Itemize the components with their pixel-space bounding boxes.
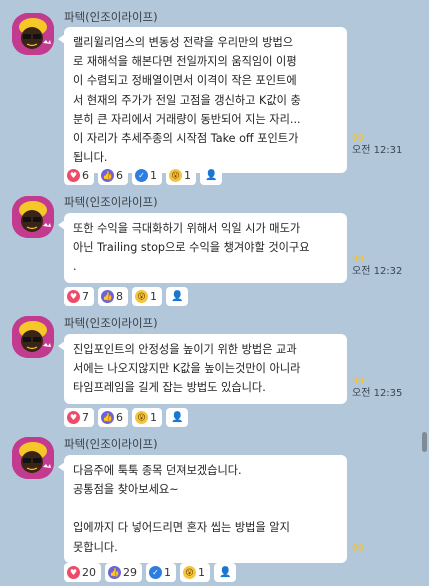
surprised-face-icon: 😮 bbox=[169, 169, 182, 182]
heart-icon: ♥ bbox=[67, 169, 80, 182]
heart-icon: ♥ bbox=[67, 411, 80, 424]
reaction-count: 7 bbox=[82, 411, 89, 424]
message-meta: 99 bbox=[352, 543, 364, 555]
reaction-chip[interactable]: 😮 1 bbox=[132, 408, 162, 427]
timestamp: 오전 12:35 bbox=[352, 388, 403, 399]
avatar[interactable] bbox=[12, 196, 54, 238]
thumbs-up-icon: 👍 bbox=[108, 566, 121, 579]
reaction-chip[interactable]: 👍 8 bbox=[98, 287, 128, 306]
message-line: 됩니다. bbox=[73, 151, 108, 165]
avatar[interactable] bbox=[12, 13, 54, 55]
reaction-chip[interactable]: 😮 1 bbox=[132, 287, 162, 306]
reaction-count: 1 bbox=[164, 566, 171, 579]
reaction-count: 1 bbox=[198, 566, 205, 579]
reaction-count: 6 bbox=[82, 169, 89, 182]
reaction-chip[interactable]: ✓ 1 bbox=[132, 166, 162, 185]
reaction-bar: ♥ 7 👍 8 😮 1 👤 bbox=[64, 287, 189, 306]
reaction-count: 1 bbox=[150, 290, 157, 303]
sender-name[interactable]: 파텍(인조이라이프) bbox=[64, 194, 158, 210]
reaction-count: 29 bbox=[123, 566, 137, 579]
heart-icon: ♥ bbox=[67, 290, 80, 303]
user-icon: 👤 bbox=[171, 291, 184, 302]
message-meta: 99 오전 12:35 bbox=[352, 376, 402, 400]
message-line: 아닌 Trailing stop으로 수익을 챙겨야할 것이구요 bbox=[73, 241, 310, 255]
reaction-chip[interactable]: 👍 29 bbox=[105, 563, 142, 582]
message-line: 서 현재의 주가가 전일 고점을 갱신하고 K값이 충 bbox=[73, 93, 301, 107]
surprised-face-icon: 😮 bbox=[135, 290, 148, 303]
message-line: 서에는 나오지않지만 K값을 높이는것만이 아니라 bbox=[73, 362, 301, 376]
reaction-count: 8 bbox=[116, 290, 123, 303]
check-icon: ✓ bbox=[135, 169, 148, 182]
message-meta: 99 오전 12:32 bbox=[352, 254, 402, 278]
reaction-chip[interactable]: 👍 6 bbox=[98, 408, 128, 427]
reaction-chip[interactable]: ✓ 1 bbox=[146, 563, 176, 582]
reaction-chip[interactable]: 😮 1 bbox=[180, 563, 210, 582]
unread-count: 99 bbox=[352, 543, 365, 554]
reaction-count: 1 bbox=[150, 411, 157, 424]
reaction-chip[interactable]: 😮 1 bbox=[166, 166, 196, 185]
reaction-count: 1 bbox=[184, 169, 191, 182]
reaction-bar: ♥ 20 👍 29 ✓ 1 😮 1 👤 bbox=[64, 563, 237, 582]
message-bubble[interactable]: 랠리윌리엄스의 변동성 전략을 우리만의 방법으 로 재해석을 해본다면 전일까… bbox=[58, 27, 347, 174]
reaction-chip[interactable]: ♥ 7 bbox=[64, 287, 94, 306]
message-line: 로 재해석을 해본다면 전일까지의 움직임이 이평 bbox=[73, 55, 297, 69]
reaction-count: 6 bbox=[116, 169, 123, 182]
message-line: 또한 수익을 극대화하기 위해서 익일 시가 매도가 bbox=[73, 222, 301, 235]
reaction-users-button[interactable]: 👤 bbox=[166, 408, 189, 427]
sender-name[interactable]: 파텍(인조이라이프) bbox=[64, 9, 158, 25]
user-icon: 👤 bbox=[219, 567, 232, 578]
message-line bbox=[73, 499, 338, 518]
reaction-users-button[interactable]: 👤 bbox=[200, 166, 223, 185]
reaction-users-button[interactable]: 👤 bbox=[214, 563, 237, 582]
heart-icon: ♥ bbox=[67, 566, 80, 579]
message-line: 공통점을 찾아보세요~ bbox=[73, 483, 179, 497]
reaction-users-button[interactable]: 👤 bbox=[166, 287, 189, 306]
message-line: 진입포인트의 안정성을 높이기 위한 방법은 교과 bbox=[73, 343, 297, 356]
message-line: 타임프레임을 길게 잡는 방법도 있습니다. bbox=[73, 381, 266, 395]
reaction-chip[interactable]: ♥ 6 bbox=[64, 166, 94, 185]
surprised-face-icon: 😮 bbox=[183, 566, 196, 579]
message-line: 분히 큰 자리에서 거래량이 동반되어 지는 자리... bbox=[73, 112, 301, 126]
thumbs-up-icon: 👍 bbox=[101, 290, 114, 303]
avatar[interactable] bbox=[12, 437, 54, 479]
message-bubble[interactable]: 진입포인트의 안정성을 높이기 위한 방법은 교과 서에는 나오지않지만 K값을… bbox=[58, 334, 347, 404]
thumbs-up-icon: 👍 bbox=[101, 411, 114, 424]
unread-count: 99 bbox=[352, 376, 365, 387]
reaction-chip[interactable]: 👍 6 bbox=[98, 166, 128, 185]
reaction-count: 7 bbox=[82, 290, 89, 303]
message-bubble[interactable]: 또한 수익을 극대화하기 위해서 익일 시가 매도가 아닌 Trailing s… bbox=[58, 213, 347, 283]
reaction-count: 6 bbox=[116, 411, 123, 424]
message-line: . bbox=[73, 260, 77, 274]
unread-count: 99 bbox=[352, 254, 365, 265]
timestamp: 오전 12:32 bbox=[352, 266, 403, 277]
message-meta: 99 오전 12:31 bbox=[352, 133, 402, 157]
reaction-count: 1 bbox=[150, 169, 157, 182]
message-line: 이 자리가 추세주종의 시작점 Take off 포인트가 bbox=[73, 132, 299, 146]
unread-count: 99 bbox=[352, 133, 365, 144]
reaction-bar: ♥ 6 👍 6 ✓ 1 😮 1 👤 bbox=[64, 166, 223, 185]
avatar[interactable] bbox=[12, 316, 54, 358]
reaction-chip[interactable]: ♥ 20 bbox=[64, 563, 101, 582]
user-icon: 👤 bbox=[171, 412, 184, 423]
message-line: 입에까지 다 넣어드리면 혼자 씹는 방법을 알지 bbox=[73, 521, 290, 535]
reaction-bar: ♥ 7 👍 6 😮 1 👤 bbox=[64, 408, 189, 427]
user-icon: 👤 bbox=[205, 170, 218, 181]
sender-name[interactable]: 파텍(인조이라이프) bbox=[64, 436, 158, 452]
message-line: 랠리윌리엄스의 변동성 전략을 우리만의 방법으 bbox=[73, 36, 294, 49]
timestamp: 오전 12:31 bbox=[352, 145, 403, 156]
reaction-chip[interactable]: ♥ 7 bbox=[64, 408, 94, 427]
scrollbar-thumb[interactable] bbox=[422, 432, 427, 452]
reaction-count: 20 bbox=[82, 566, 96, 579]
surprised-face-icon: 😮 bbox=[135, 411, 148, 424]
message-line: 다음주에 툭툭 종목 던져보겠습니다. bbox=[73, 464, 242, 477]
thumbs-up-icon: 👍 bbox=[101, 169, 114, 182]
message-bubble[interactable]: 다음주에 툭툭 종목 던져보겠습니다. 공통점을 찾아보세요~ 입에까지 다 넣… bbox=[58, 455, 347, 563]
message-line: 이 수렴되고 정배열이면서 이격이 작은 포인트에 bbox=[73, 74, 297, 88]
sender-name[interactable]: 파텍(인조이라이프) bbox=[64, 315, 158, 331]
check-icon: ✓ bbox=[149, 566, 162, 579]
message-line: 못합니다. bbox=[73, 540, 118, 554]
